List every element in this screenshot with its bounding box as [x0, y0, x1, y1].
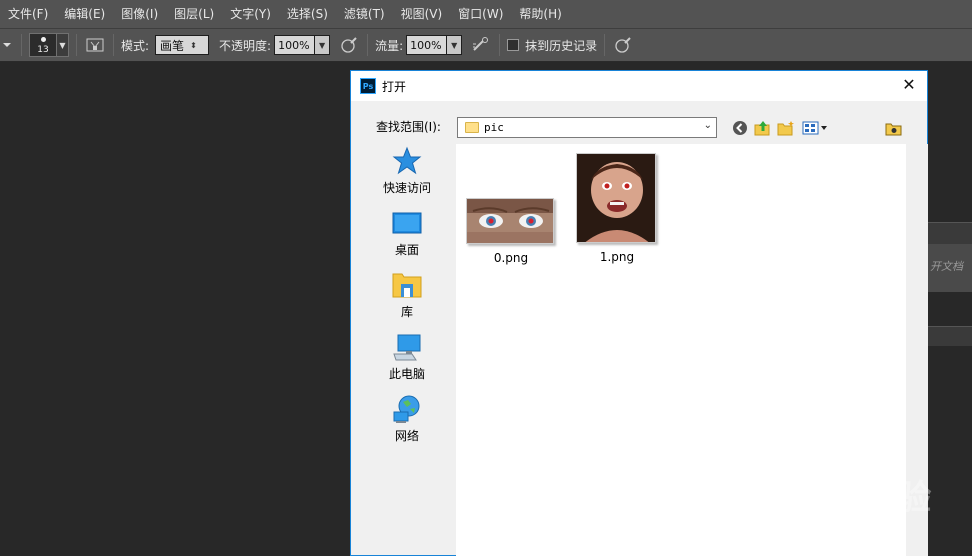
erase-history-option[interactable]: 抹到历史记录	[507, 28, 597, 62]
opacity-input[interactable]: 100%	[274, 35, 315, 55]
close-icon[interactable]: ✕	[899, 75, 919, 95]
menu-layer[interactable]: 图层(L)	[166, 0, 222, 28]
erase-history-label: 抹到历史记录	[525, 38, 598, 53]
place-label-this-pc: 此电脑	[388, 367, 425, 381]
airbrush-icon[interactable]	[470, 34, 492, 56]
separator	[604, 34, 606, 56]
lookin-combobox[interactable]: pic ⌄	[457, 117, 717, 138]
places-bar: 快速访问 桌面 库 此电脑 网络	[364, 146, 450, 556]
opacity-dropdown-icon[interactable]: ▼	[314, 35, 331, 55]
place-label-desktop: 桌面	[394, 243, 419, 257]
menu-filter[interactable]: 滤镜(T)	[336, 0, 393, 28]
menu-image[interactable]: 图像(I)	[113, 0, 166, 28]
place-network[interactable]: 网络	[364, 394, 450, 450]
place-desktop[interactable]: 桌面	[364, 208, 450, 264]
panel-tab-strip	[928, 222, 972, 244]
brush-preview[interactable]: 13	[29, 33, 57, 57]
updown-caret-icon: ⬍	[190, 40, 197, 50]
place-label-library: 库	[400, 305, 413, 319]
view-menu-icon[interactable]	[801, 119, 831, 137]
sample-folder-icon[interactable]	[885, 119, 903, 137]
menu-help[interactable]: 帮助(H)	[511, 0, 569, 28]
options-bar: 13 ▼ 模式: 画笔 ⬍ 不透明度: 100% ▼ 流量: 100% ▼ 抹到…	[0, 28, 972, 62]
lookin-value: pic	[484, 121, 504, 134]
panel-footer	[928, 326, 972, 346]
lookin-label: 查找范围(I):	[376, 120, 441, 134]
menu-window[interactable]: 窗口(W)	[450, 0, 511, 28]
mode-label: 模式:	[121, 38, 150, 53]
brush-preset-picker[interactable]: 13 ▼	[29, 28, 69, 62]
menu-edit[interactable]: 编辑(E)	[56, 0, 113, 28]
dialog-title: 打开	[382, 79, 407, 94]
brush-dropdown-icon[interactable]: ▼	[57, 33, 69, 57]
mode-value: 画笔	[160, 38, 185, 53]
back-icon[interactable]	[731, 119, 749, 137]
separator	[367, 34, 369, 56]
brush-panel-toggle-icon[interactable]	[84, 34, 106, 56]
photoshop-icon: Ps	[360, 78, 376, 94]
chevron-down-icon[interactable]: ⌄	[704, 120, 712, 131]
menu-file[interactable]: 文件(F)	[0, 0, 56, 28]
new-folder-icon[interactable]	[777, 119, 795, 137]
place-label-network: 网络	[394, 429, 419, 443]
file-name: 1.png	[599, 250, 635, 264]
place-this-pc[interactable]: 此电脑	[364, 332, 450, 388]
menu-bar: 文件(F) 编辑(E) 图像(I) 图层(L) 文字(Y) 选择(S) 滤镜(T…	[0, 0, 972, 28]
brush-size: 13	[37, 45, 49, 55]
computer-icon	[392, 332, 422, 362]
pressure-opacity-icon[interactable]	[338, 34, 360, 56]
file-item[interactable]: 0.png	[466, 198, 556, 265]
file-name: 0.png	[493, 251, 529, 265]
separator	[21, 34, 22, 56]
panel-partial-text: 开文档	[930, 260, 963, 273]
place-quick-access[interactable]: 快速访问	[364, 146, 450, 202]
image-thumbnail	[576, 153, 656, 243]
folder-icon	[465, 122, 479, 133]
flow-dropdown-icon[interactable]: ▼	[446, 35, 463, 55]
star-icon	[392, 146, 422, 176]
menu-view[interactable]: 视图(V)	[393, 0, 451, 28]
erase-history-checkbox[interactable]	[507, 39, 520, 51]
brush-dot-icon	[41, 37, 46, 42]
separator	[76, 34, 77, 56]
file-item[interactable]: 1.png	[576, 153, 658, 264]
pressure-size-icon[interactable]	[612, 34, 634, 56]
scrollbar-area	[906, 144, 928, 556]
separator	[113, 34, 114, 56]
library-icon	[392, 270, 422, 300]
flow-input[interactable]: 100%	[406, 35, 447, 55]
open-dialog: Ps 打开 ✕ 查找范围(I): pic ⌄ 快速访问 桌面 库 此电脑 网络 …	[350, 70, 928, 556]
file-list: 0.png 1.png	[456, 144, 906, 556]
dialog-title-bar: Ps 打开 ✕	[351, 71, 927, 101]
opacity-label: 不透明度:	[219, 38, 272, 53]
desktop-icon	[392, 208, 422, 238]
place-library[interactable]: 库	[364, 270, 450, 326]
place-label-quick-access: 快速访问	[382, 181, 431, 195]
separator	[499, 34, 501, 56]
up-folder-icon[interactable]	[754, 119, 772, 137]
image-thumbnail	[466, 198, 554, 244]
network-globe-icon	[392, 394, 422, 424]
tool-preset-caret-icon[interactable]	[0, 28, 14, 62]
flow-label: 流量:	[375, 38, 404, 53]
menu-select[interactable]: 选择(S)	[279, 0, 336, 28]
mode-select[interactable]: 画笔 ⬍	[155, 35, 210, 55]
right-panel: 开文档	[928, 222, 972, 352]
panel-body: 开文档	[928, 244, 972, 292]
menu-type[interactable]: 文字(Y)	[222, 0, 279, 28]
